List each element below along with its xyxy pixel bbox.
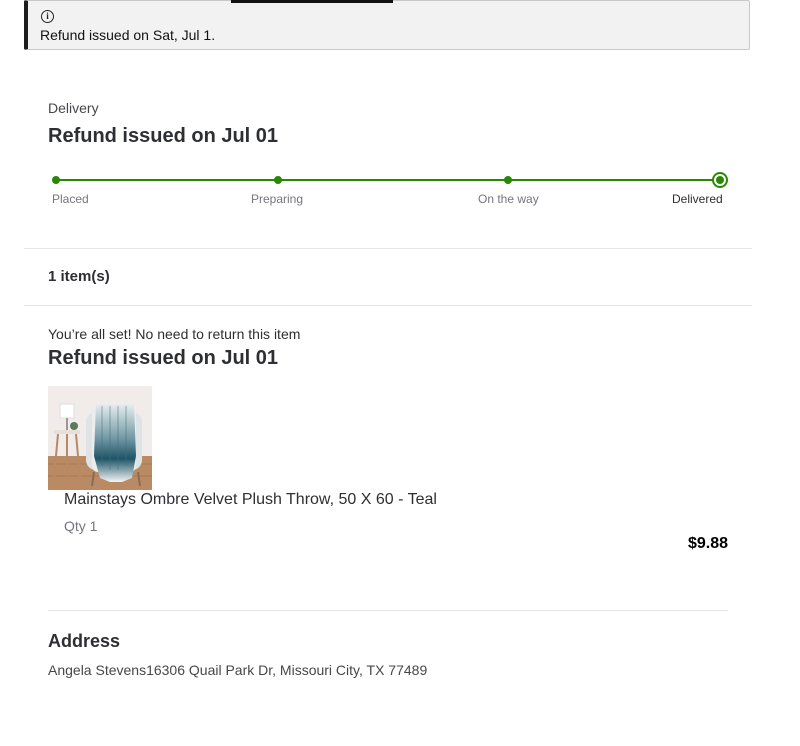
info-icon: i	[41, 10, 54, 23]
step-dot-on-the-way	[504, 176, 512, 184]
address-title: Address	[48, 631, 121, 651]
item-status-title: Refund issued on Jul 01	[48, 347, 279, 369]
shipping-address: Angela Stevens16306 Quail Park Dr, Misso…	[48, 662, 428, 678]
step-label-delivered: Delivered	[672, 192, 723, 206]
delivery-label: Delivery	[48, 100, 99, 116]
section-divider	[24, 305, 752, 306]
step-label-on-the-way: On the way	[478, 192, 539, 206]
refund-notification-banner: i Refund issued on Sat, Jul 1.	[24, 0, 750, 50]
product-image-drawing	[48, 386, 152, 490]
delivery-status-title: Refund issued on Jul 01	[48, 125, 279, 147]
step-dot-delivered	[712, 172, 728, 188]
section-divider	[48, 610, 728, 611]
banner-message: Refund issued on Sat, Jul 1.	[40, 27, 216, 43]
product-image[interactable]	[48, 386, 152, 490]
step-label-preparing: Preparing	[251, 192, 304, 206]
step-dot-preparing	[274, 176, 282, 184]
step-dot-placed	[52, 176, 60, 184]
product-quantity: Qty 1	[64, 518, 98, 534]
items-count: 1 item(s)	[48, 268, 110, 285]
section-divider	[24, 248, 752, 249]
step-label-placed: Placed	[52, 192, 89, 206]
product-name-link[interactable]: Mainstays Ombre Velvet Plush Throw, 50 X…	[64, 491, 437, 509]
progress-track	[56, 179, 720, 181]
return-note: You’re all set! No need to return this i…	[48, 326, 301, 342]
product-price: $9.88	[687, 535, 728, 552]
